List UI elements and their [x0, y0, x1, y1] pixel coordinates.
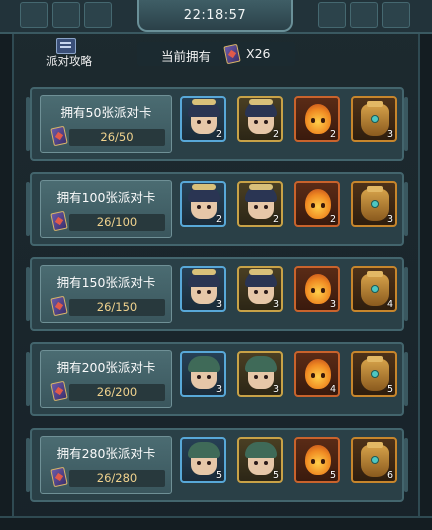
- reward-quantity: 5: [329, 470, 336, 481]
- right-border: [418, 0, 432, 530]
- top-bar: 22:18:57: [0, 0, 432, 34]
- reward-item[interactable]: 5: [294, 437, 340, 483]
- left-border: [0, 0, 14, 530]
- reward-item[interactable]: 2: [180, 181, 226, 227]
- tier-progress-text: 26/100: [96, 215, 138, 229]
- tier-progress-bar: 26/50: [69, 129, 165, 146]
- reward-quantity: 2: [329, 129, 336, 140]
- party-card-icon: [223, 43, 241, 65]
- party-card-icon: [50, 466, 68, 488]
- stone-ornament: [52, 2, 80, 28]
- reward-quantity: 5: [386, 384, 393, 395]
- clock: 22:18:57: [183, 8, 247, 23]
- tier-progress-bar: 26/280: [69, 470, 165, 487]
- tier-progress-text: 26/280: [96, 471, 138, 485]
- reward-quantity: 3: [272, 299, 279, 310]
- tier-title: 拥有100张派对卡: [56, 190, 156, 205]
- bottom-border: [0, 516, 432, 530]
- reward-item[interactable]: 3: [237, 266, 283, 312]
- clock-plate: 22:18:57: [137, 0, 293, 32]
- tier-title: 拥有150张派对卡: [56, 275, 156, 290]
- party-card-icon: [50, 380, 68, 402]
- tier-progress-bar: 26/150: [69, 299, 165, 316]
- stone-ornament: [318, 2, 346, 28]
- tier-progress-bar: 26/200: [69, 384, 165, 401]
- reward-item[interactable]: 2: [294, 181, 340, 227]
- reward-item[interactable]: 2: [294, 96, 340, 142]
- reward-item[interactable]: 2: [237, 181, 283, 227]
- tier-progress-text: 26/200: [96, 385, 138, 399]
- reward-tier: 拥有200张派对卡 26/200 3 3 4 5: [26, 342, 408, 416]
- guide-label: 派对攻略: [46, 54, 92, 68]
- tier-requirement-plate: 拥有200张派对卡 26/200: [40, 350, 172, 408]
- reward-tier: 拥有50张派对卡 26/50 2 2 2 3: [26, 87, 408, 161]
- reward-tier: 拥有280张派对卡 26/280 5 5 5 6: [26, 428, 408, 502]
- reward-quantity: 3: [329, 299, 336, 310]
- reward-tier: 拥有100张派对卡 26/100 2 2 2 3: [26, 172, 408, 246]
- reward-item[interactable]: 3: [237, 351, 283, 397]
- reward-quantity: 3: [215, 384, 222, 395]
- reward-quantity: 2: [272, 129, 279, 140]
- owned-count: X26: [246, 46, 271, 61]
- tier-progress-bar: 26/100: [69, 214, 165, 231]
- reward-item[interactable]: 3: [294, 266, 340, 312]
- tier-progress-text: 26/150: [96, 300, 138, 314]
- party-card-icon: [50, 210, 68, 232]
- tier-title: 拥有200张派对卡: [56, 360, 156, 375]
- reward-quantity: 2: [215, 214, 222, 225]
- stone-ornament: [350, 2, 378, 28]
- stone-ornament: [20, 2, 48, 28]
- tier-requirement-plate: 拥有100张派对卡 26/100: [40, 180, 172, 238]
- reward-item[interactable]: 4: [294, 351, 340, 397]
- reward-item[interactable]: 3: [180, 266, 226, 312]
- reward-item[interactable]: 2: [180, 96, 226, 142]
- reward-quantity: 3: [386, 129, 393, 140]
- reward-quantity: 4: [329, 384, 336, 395]
- reward-quantity: 3: [272, 384, 279, 395]
- reward-item[interactable]: 5: [237, 437, 283, 483]
- reward-item[interactable]: 5: [351, 351, 397, 397]
- tier-progress-text: 26/50: [100, 130, 134, 144]
- reward-quantity: 6: [386, 470, 393, 481]
- reward-item[interactable]: 3: [180, 351, 226, 397]
- reward-quantity: 4: [386, 299, 393, 310]
- stone-ornament: [84, 2, 112, 28]
- owned-label: 当前拥有: [161, 49, 212, 64]
- reward-quantity: 2: [329, 214, 336, 225]
- reward-item[interactable]: 6: [351, 437, 397, 483]
- reward-item[interactable]: 4: [351, 266, 397, 312]
- tier-title: 拥有50张派对卡: [60, 105, 152, 120]
- reward-quantity: 3: [386, 214, 393, 225]
- owned-cards-display: 当前拥有 X26: [137, 42, 295, 66]
- reward-item[interactable]: 3: [351, 96, 397, 142]
- reward-quantity: 2: [272, 214, 279, 225]
- tier-requirement-plate: 拥有280张派对卡 26/280: [40, 436, 172, 494]
- party-card-icon: [50, 295, 68, 317]
- reward-quantity: 5: [215, 470, 222, 481]
- reward-item[interactable]: 5: [180, 437, 226, 483]
- guide-book-icon: [56, 38, 76, 54]
- reward-item[interactable]: 3: [351, 181, 397, 227]
- reward-quantity: 3: [215, 299, 222, 310]
- reward-tier: 拥有150张派对卡 26/150 3 3 3 4: [26, 257, 408, 331]
- tier-requirement-plate: 拥有150张派对卡 26/150: [40, 265, 172, 323]
- reward-item[interactable]: 2: [237, 96, 283, 142]
- reward-quantity: 5: [272, 470, 279, 481]
- stone-ornament: [382, 2, 410, 28]
- tier-title: 拥有280张派对卡: [56, 446, 156, 461]
- guide-button[interactable]: 派对攻略: [40, 38, 98, 68]
- tier-requirement-plate: 拥有50张派对卡 26/50: [40, 95, 172, 153]
- party-card-icon: [50, 125, 68, 147]
- reward-quantity: 2: [215, 129, 222, 140]
